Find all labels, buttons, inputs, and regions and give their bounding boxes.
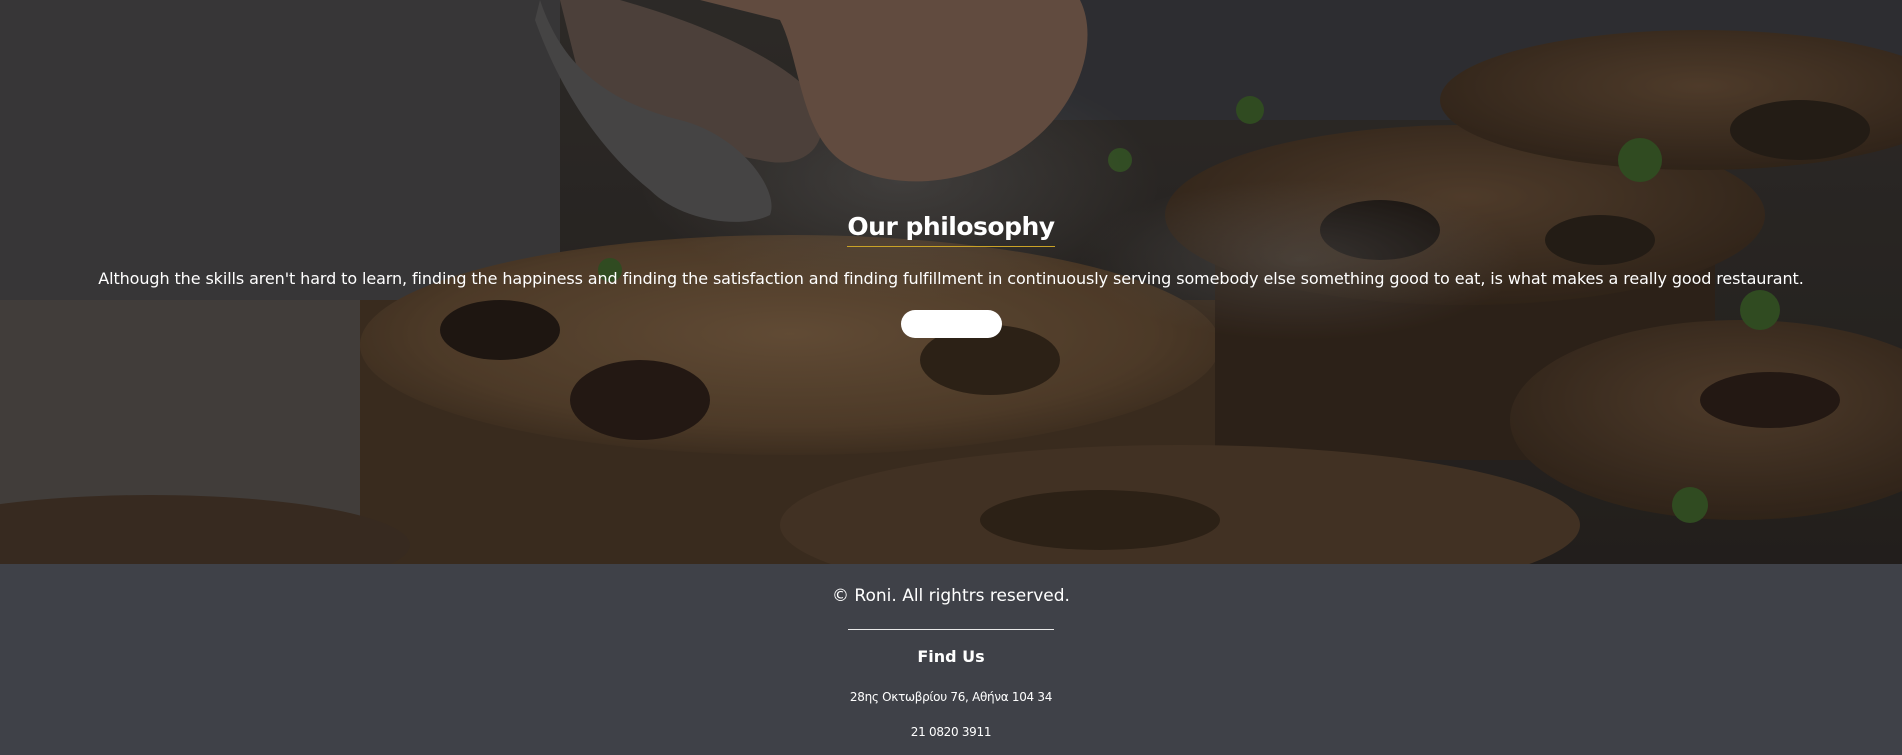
hero-content: Our philosophy Although the skills aren'… [0, 212, 1902, 341]
hero-cta-button[interactable] [900, 310, 1002, 338]
footer-divider [848, 629, 1054, 630]
footer-phone[interactable]: 21 0820 3911 [0, 725, 1902, 739]
footer-address: 28ης Οκτωβρίου 76, Αθήνα 104 34 [849, 690, 1053, 704]
philosophy-hero: Our philosophy Although the skills aren'… [0, 0, 1902, 564]
hero-description: Although the skills aren't hard to learn… [98, 269, 1804, 288]
hero-title: Our philosophy [847, 212, 1055, 247]
site-footer: © Roni. All rightrs reserved. Find Us 28… [0, 564, 1902, 755]
find-us-heading: Find Us [917, 647, 985, 666]
copyright-text: © Roni. All rightrs reserved. [832, 586, 1070, 606]
